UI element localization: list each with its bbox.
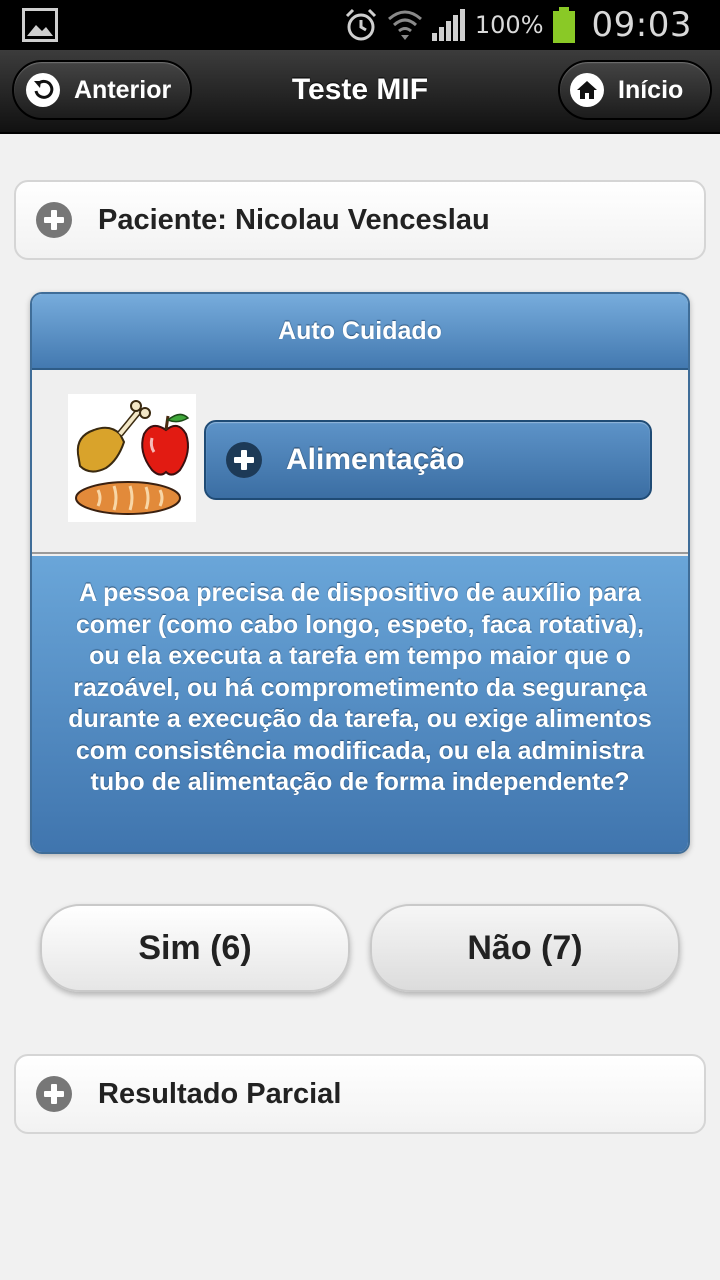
back-button-label: Anterior	[74, 75, 172, 104]
expand-plus-icon	[226, 442, 262, 478]
question-card: Auto Cuidado Alimentação A pessoa precis…	[30, 292, 690, 854]
signal-icon	[431, 9, 465, 41]
food-illustration-icon	[68, 394, 196, 522]
home-button-label: Início	[618, 75, 684, 104]
question-text: A pessoa precisa de dispositivo de auxíl…	[32, 556, 688, 852]
back-arrow-icon	[26, 73, 60, 107]
alimentacao-label: Alimentação	[286, 443, 465, 476]
wifi-icon	[387, 10, 422, 40]
header-bar: Teste MIF Anterior Início	[0, 50, 720, 134]
expand-plus-icon	[36, 202, 72, 238]
home-icon	[570, 73, 604, 107]
status-bar: 100% 09:03	[0, 0, 720, 50]
back-button[interactable]: Anterior	[12, 60, 192, 120]
item-row: Alimentação	[32, 370, 688, 554]
partial-result-label: Resultado Parcial	[98, 1077, 342, 1110]
clock: 09:03	[591, 5, 692, 45]
alarm-icon	[345, 8, 376, 41]
patient-collapsible[interactable]: Paciente: Nicolau Venceslau	[14, 180, 706, 260]
partial-result-collapsible[interactable]: Resultado Parcial	[14, 1054, 706, 1134]
no-button[interactable]: Não (7)	[370, 904, 680, 992]
gallery-icon	[22, 8, 58, 42]
battery-percent: 100%	[474, 11, 544, 39]
alimentacao-button[interactable]: Alimentação	[204, 420, 652, 500]
patient-label: Paciente: Nicolau Venceslau	[98, 203, 490, 236]
section-title: Auto Cuidado	[32, 294, 688, 370]
yes-button[interactable]: Sim (6)	[40, 904, 350, 992]
battery-icon	[552, 7, 575, 43]
home-button[interactable]: Início	[558, 60, 712, 120]
expand-plus-icon	[36, 1076, 72, 1112]
